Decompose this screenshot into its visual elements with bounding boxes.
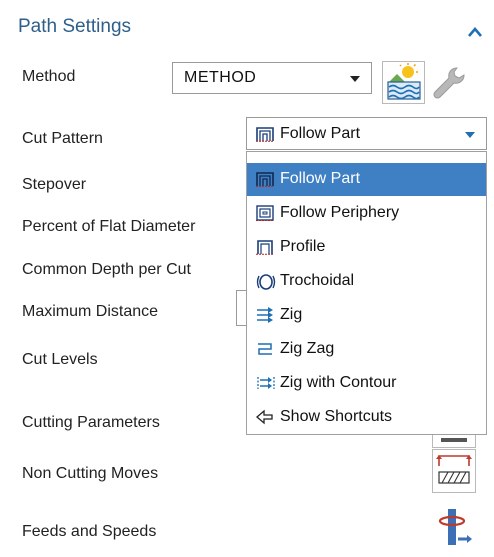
- feeds-and-speeds-button[interactable]: [432, 507, 476, 551]
- cut-pattern-dropdown[interactable]: Follow Part Follow Periphery Profile Tro…: [246, 151, 487, 435]
- option-trochoidal[interactable]: Trochoidal: [247, 265, 486, 298]
- panel-title: Path Settings: [18, 16, 132, 37]
- method-label: Method: [22, 68, 76, 85]
- follow-part-icon: [256, 171, 274, 192]
- maximum-distance-label: Maximum Distance: [22, 303, 159, 320]
- option-follow-part[interactable]: Follow Part: [247, 163, 486, 196]
- zig-zag-icon: [256, 341, 274, 362]
- option-show-shortcuts[interactable]: Show Shortcuts: [247, 401, 486, 434]
- trochoidal-icon: [256, 273, 276, 296]
- feeds-and-speeds-label: Feeds and Speeds: [22, 523, 157, 540]
- cut-levels-label: Cut Levels: [22, 351, 98, 368]
- cut-pattern-select[interactable]: Follow Part: [246, 117, 487, 150]
- non-cutting-moves-label: Non Cutting Moves: [22, 465, 159, 482]
- cut-pattern-label: Cut Pattern: [22, 130, 103, 147]
- wrench-icon[interactable]: [430, 64, 468, 102]
- non-cutting-moves-button[interactable]: [432, 449, 476, 493]
- dropdown-arrow-icon: [465, 132, 475, 138]
- follow-part-icon: [256, 126, 274, 147]
- profile-icon: [256, 239, 274, 260]
- stepover-label: Stepover: [22, 176, 87, 193]
- cut-pattern-value: Follow Part: [280, 125, 361, 142]
- zig-icon: [256, 307, 274, 328]
- chevron-up-icon[interactable]: [468, 24, 482, 42]
- method-value: METHOD: [184, 69, 257, 86]
- method-new-icon[interactable]: [382, 61, 425, 104]
- show-shortcuts-icon: [256, 409, 274, 430]
- percent-flat-diameter-label: Percent of Flat Diameter: [22, 218, 196, 235]
- cutting-parameters-label: Cutting Parameters: [22, 414, 160, 431]
- option-zig[interactable]: Zig: [247, 299, 486, 332]
- option-profile[interactable]: Profile: [247, 231, 486, 264]
- dropdown-arrow-icon: [350, 76, 360, 82]
- zig-with-contour-icon: [256, 375, 276, 396]
- option-zig-with-contour[interactable]: Zig with Contour: [247, 367, 486, 400]
- option-follow-periphery[interactable]: Follow Periphery: [247, 197, 486, 230]
- common-depth-label: Common Depth per Cut: [22, 261, 191, 278]
- option-zig-zag[interactable]: Zig Zag: [247, 333, 486, 366]
- follow-periphery-icon: [256, 205, 274, 226]
- method-select[interactable]: METHOD: [172, 62, 372, 94]
